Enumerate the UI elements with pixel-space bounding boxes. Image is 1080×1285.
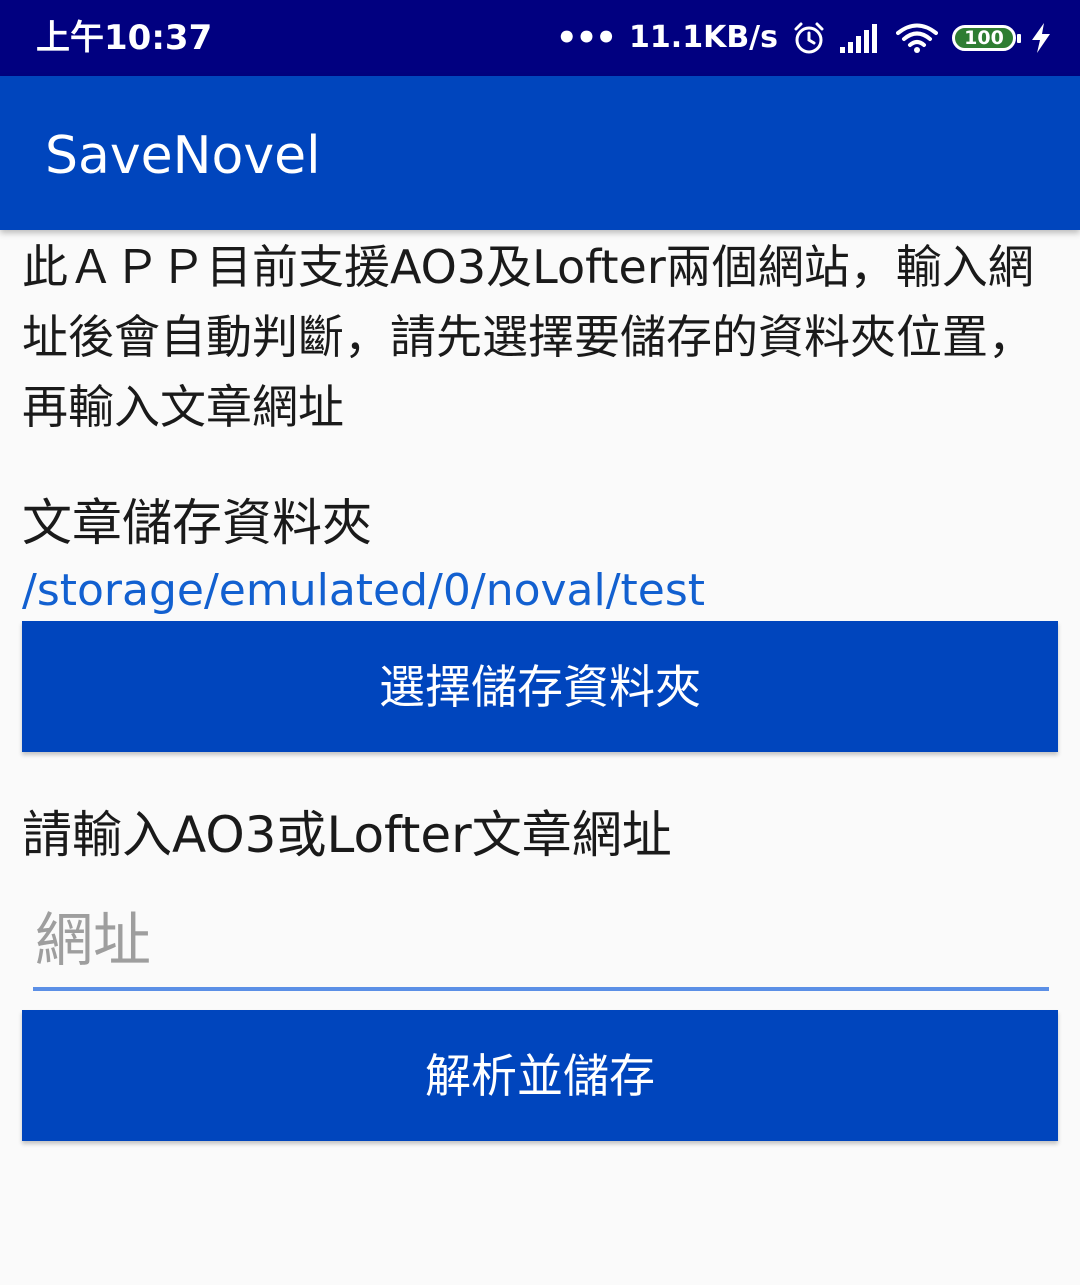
status-indicators: ••• 11.1KB/s 100 [556,0,1052,76]
alarm-icon [792,21,826,55]
charging-icon [1030,22,1052,54]
battery-icon: 100 [952,25,1021,51]
url-label: 請輸入AO3或Lofter文章網址 [22,806,672,864]
url-field-wrapper [33,892,1049,991]
description-text: 此ＡＰＰ目前支援AO3及Lofter兩個網站，輸入網址後會自動判斷，請先選擇要儲… [22,240,1034,434]
signal-icon [840,23,882,53]
app-bar: SaveNovel [0,76,1080,230]
app-title: SaveNovel [45,126,321,186]
wifi-icon [896,22,938,54]
network-speed: 11.1KB/s [629,20,778,55]
url-input[interactable] [33,892,1049,991]
parse-and-save-button[interactable]: 解析並儲存 [22,1010,1058,1141]
status-bar: 上午10:37 ••• 11.1KB/s 100 [0,0,1080,76]
folder-label: 文章儲存資料夾 [22,494,372,552]
choose-folder-button[interactable]: 選擇儲存資料夾 [22,621,1058,752]
status-time: 上午10:37 [36,18,213,58]
notification-dots: ••• [555,18,617,58]
folder-path: /storage/emulated/0/noval/test [22,565,706,616]
battery-level: 100 [964,27,1004,49]
